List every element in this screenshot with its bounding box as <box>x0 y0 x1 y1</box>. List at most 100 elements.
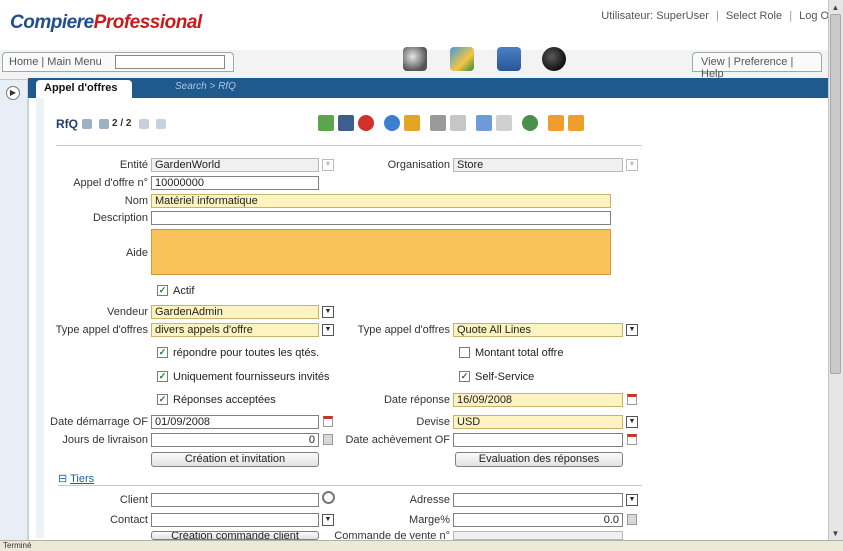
scroll-up-icon[interactable]: ▲ <box>830 2 841 13</box>
toolbar <box>318 115 643 135</box>
evaluation-reponses-button[interactable]: Evaluation des réponses <box>455 452 623 467</box>
vendeur-field[interactable]: GardenAdmin <box>151 305 319 319</box>
nav-left-panel: Home | Main Menu <box>2 52 234 72</box>
expand-menu-icon[interactable]: ▶ <box>6 86 20 100</box>
contact-label: Contact <box>110 514 148 526</box>
type-appel2-dropdown-icon[interactable]: ▼ <box>626 324 638 336</box>
creation-commande-button[interactable]: Création commande client <box>151 531 319 540</box>
client-field[interactable] <box>151 493 319 507</box>
refresh-icon[interactable] <box>384 115 400 131</box>
collapse-icon[interactable]: ⊟ <box>58 473 67 485</box>
status-bar: Terminé <box>0 540 843 551</box>
tiers-section-header[interactable]: ⊟ Tiers <box>58 472 94 485</box>
last-record-icon[interactable] <box>156 119 167 129</box>
date-demarrage-calendar-icon[interactable] <box>323 416 333 427</box>
next-record-icon[interactable] <box>139 119 149 129</box>
prev-record-icon[interactable] <box>99 119 110 129</box>
separator: | <box>789 10 793 22</box>
aide-textarea[interactable] <box>151 229 611 275</box>
nav-right-panel: View | Preference | Help <box>692 52 822 80</box>
devise-label: Devise <box>416 416 450 428</box>
tab-bar <box>28 78 828 98</box>
commande-vente-field[interactable] <box>453 531 623 540</box>
app-logo[interactable]: CompiereProfessional <box>10 12 202 34</box>
copy-icon[interactable] <box>450 115 466 131</box>
organisation-label: Organisation <box>387 159 450 171</box>
selfservice-checkbox[interactable]: ✓ <box>459 371 470 382</box>
undo-icon[interactable] <box>404 115 420 131</box>
new-record-icon[interactable] <box>318 115 334 131</box>
contact-dropdown-icon[interactable]: ▼ <box>322 514 334 526</box>
actif-checkbox[interactable]: ✓ <box>157 285 168 296</box>
marge-label: Marge% <box>409 514 450 526</box>
date-demarrage-label: Date démarrage OF <box>50 416 148 428</box>
devise-dropdown-icon[interactable]: ▼ <box>626 416 638 428</box>
reponses-checkbox[interactable]: ✓ <box>157 394 168 405</box>
detail-record-icon[interactable] <box>568 115 584 131</box>
creation-invitation-button[interactable]: Création et invitation <box>151 452 319 467</box>
type-appel-field[interactable]: divers appels d'offre <box>151 323 319 337</box>
vendeur-dropdown-icon[interactable]: ▼ <box>322 306 334 318</box>
select-role-link[interactable]: Select Role <box>726 10 782 22</box>
entite-label: Entité <box>119 159 148 171</box>
nom-label: Nom <box>124 195 148 207</box>
type-appel-dropdown-icon[interactable]: ▼ <box>322 324 334 336</box>
appel-no-field[interactable]: 10000000 <box>151 176 319 190</box>
montant-label: Montant total offre <box>475 347 564 359</box>
description-field[interactable] <box>151 211 611 225</box>
print-icon[interactable] <box>496 115 512 131</box>
tiers-link[interactable]: Tiers <box>70 473 94 485</box>
scrollbar-thumb[interactable] <box>830 14 841 374</box>
entite-dropdown-icon[interactable]: ▼ <box>322 159 334 171</box>
gear-icon[interactable] <box>403 47 427 71</box>
marge-field[interactable]: 0.0 <box>453 513 623 527</box>
calculator-icon[interactable] <box>323 434 333 445</box>
appel-no-label: Appel d'offre n° <box>73 177 148 189</box>
calculator-icon[interactable] <box>627 514 637 525</box>
adresse-dropdown-icon[interactable]: ▼ <box>626 494 638 506</box>
home-menu-links[interactable]: Home | Main Menu <box>9 56 102 68</box>
scroll-down-icon[interactable]: ▼ <box>830 528 841 539</box>
date-achevement-calendar-icon[interactable] <box>627 434 637 445</box>
report-icon[interactable] <box>476 115 492 131</box>
adresse-label: Adresse <box>409 494 450 506</box>
client-label: Client <box>119 494 148 506</box>
date-reponse-field[interactable]: 16/09/2008 <box>453 393 623 407</box>
tab-appel-offres[interactable]: Appel d'offres <box>36 80 132 98</box>
zoom-icon[interactable] <box>522 115 538 131</box>
entite-field[interactable]: GardenWorld <box>151 158 319 172</box>
menu-search-input[interactable] <box>115 55 225 69</box>
logo-part1: Compiere <box>10 12 94 33</box>
organisation-dropdown-icon[interactable]: ▼ <box>626 159 638 171</box>
date-reponse-label: Date réponse <box>383 394 450 406</box>
date-achevement-field[interactable] <box>453 433 623 447</box>
vendeur-label: Vendeur <box>107 306 148 318</box>
workflow-icon[interactable] <box>450 47 474 71</box>
window-icon[interactable] <box>497 47 521 71</box>
first-record-icon[interactable] <box>82 119 92 129</box>
save-icon[interactable] <box>338 115 354 131</box>
devise-field[interactable]: USD <box>453 415 623 429</box>
delete-icon[interactable] <box>358 115 374 131</box>
repondre-checkbox[interactable]: ✓ <box>157 347 168 358</box>
nom-field[interactable]: Matériel informatique <box>151 194 611 208</box>
fournisseurs-checkbox[interactable]: ✓ <box>157 371 168 382</box>
description-label: Description <box>92 212 148 224</box>
jours-field[interactable]: 0 <box>151 433 319 447</box>
date-demarrage-field[interactable]: 01/09/2008 <box>151 415 319 429</box>
nav-arrows-right <box>139 119 167 132</box>
globe-icon[interactable] <box>542 47 566 71</box>
parent-record-icon[interactable] <box>548 115 564 131</box>
montant-checkbox[interactable] <box>459 347 470 358</box>
attachment-icon[interactable] <box>430 115 446 131</box>
search-icon[interactable] <box>322 491 335 504</box>
type-appel2-field[interactable]: Quote All Lines <box>453 323 623 337</box>
aide-label: Aide <box>125 247 148 259</box>
adresse-field[interactable] <box>453 493 623 507</box>
record-counter: 2 / 2 <box>112 118 132 129</box>
organisation-field[interactable]: Store <box>453 158 623 172</box>
contact-field[interactable] <box>151 513 319 527</box>
breadcrumb[interactable]: Search > RfQ <box>175 81 236 92</box>
date-reponse-calendar-icon[interactable] <box>627 394 637 405</box>
repondre-label: répondre pour toutes les qtés. <box>173 347 320 359</box>
